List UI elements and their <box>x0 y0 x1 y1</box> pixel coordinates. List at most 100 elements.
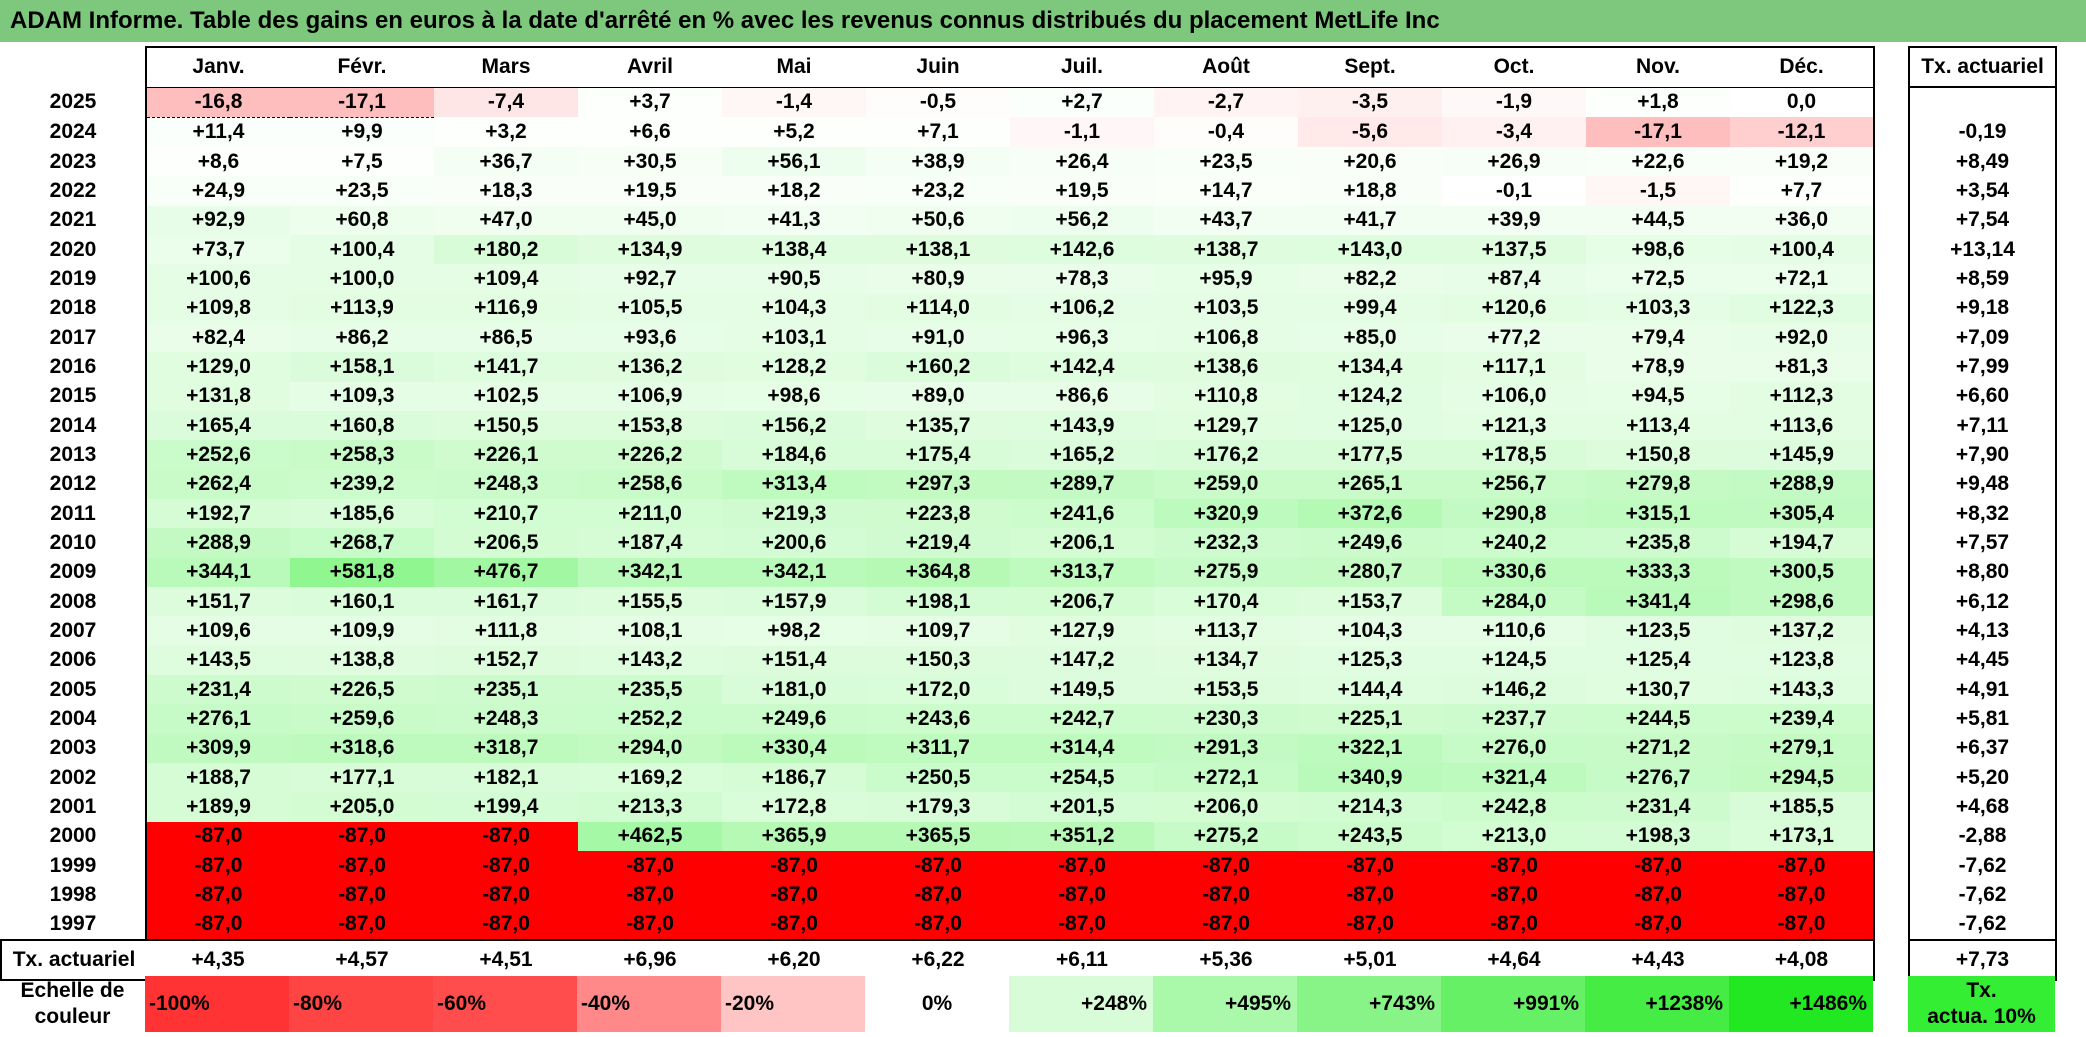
gain-cell: +123,5 <box>1586 616 1730 646</box>
row-gap <box>1874 294 1909 323</box>
gain-cell: +364,8 <box>866 557 1010 588</box>
year-row: 2000 -87,0 -87,0 -87,0 +462,5 +365,9 +365,5 +35… <box>1 821 2057 852</box>
gain-cell: +157,9 <box>722 587 866 617</box>
gain-cell: +206,7 <box>1010 587 1154 617</box>
year-row: 2016 +129,0 +158,1 +141,7 +136,2 +128,2 +160,2… <box>1 352 2057 382</box>
gain-cell: +205,0 <box>290 792 434 822</box>
year-row: 2011 +192,7 +185,6 +210,7 +211,0 +219,3 +223,8… <box>1 499 2057 529</box>
year-row: 2020 +73,7 +100,4 +180,2 +134,9 +138,4 +138,1 +… <box>1 235 2057 265</box>
gain-cell: +188,7 <box>145 763 290 793</box>
gain-cell: +22,6 <box>1586 147 1730 177</box>
gain-cell: +259,0 <box>1154 469 1298 500</box>
gain-cell: +314,4 <box>1010 733 1154 764</box>
year-label: 2013 <box>49 443 97 467</box>
year-label: 2022 <box>49 179 97 203</box>
gain-cell: +298,6 <box>1730 587 1875 617</box>
gain-cell: +123,8 <box>1730 645 1875 676</box>
year-row: 2023 +8,6 +7,5 +36,7 +30,5 +56,1 +38,9 +26,4 +23… <box>1 147 2057 177</box>
gain-cell: +14,7 <box>1154 176 1298 206</box>
footer-tx-cell: +6,20 <box>722 939 866 982</box>
gain-cell: +279,8 <box>1586 469 1730 500</box>
gain-cell: -87,0 <box>1010 880 1154 910</box>
gain-cell: +39,9 <box>1442 205 1586 236</box>
tx-actuariel-cell: +5,81 <box>1908 704 2057 734</box>
gain-cell: +80,9 <box>866 264 1010 294</box>
gain-cell: -1,1 <box>1010 117 1154 148</box>
gain-cell: +110,8 <box>1154 381 1298 412</box>
gain-cell: 0,0 <box>1730 87 1875 118</box>
gain-cell: +315,1 <box>1586 499 1730 529</box>
tx-actua-swatch: Tx. actua. 10% <box>1908 976 2055 1032</box>
color-scale-swatch: +248% <box>1009 976 1153 1032</box>
gain-cell: +180,2 <box>434 235 578 265</box>
footer-tx-cell: +4,43 <box>1586 939 1730 982</box>
tx-actuariel-cell: -2,88 <box>1908 821 2057 852</box>
gain-cell: +98,6 <box>1586 235 1730 265</box>
gain-cell: +129,0 <box>145 352 290 382</box>
gain-cell: +113,7 <box>1154 616 1298 646</box>
gain-cell: +201,5 <box>1010 792 1154 822</box>
tx-actuariel-cell: +7,11 <box>1908 411 2057 441</box>
gain-cell: +104,3 <box>1298 616 1442 646</box>
month-header: Sept. <box>1298 46 1442 88</box>
year-label: 2009 <box>49 560 97 584</box>
gain-cell: -87,0 <box>290 851 434 881</box>
gain-cell: -17,1 <box>1586 117 1730 148</box>
footer-label: Tx. actuariel <box>0 939 146 982</box>
gain-cell: +56,1 <box>722 147 866 177</box>
gain-cell: -87,0 <box>578 851 722 881</box>
year-row: 2014 +165,4 +160,8 +150,5 +153,8 +156,2 +135,7… <box>1 411 2057 441</box>
gain-cell: +258,6 <box>578 469 722 500</box>
gain-cell: +152,7 <box>434 645 578 676</box>
gain-cell: +23,5 <box>1154 147 1298 177</box>
footer-tx-cell: +4,51 <box>434 939 578 982</box>
gain-cell: +81,3 <box>1730 352 1875 382</box>
gain-cell: +72,5 <box>1586 264 1730 294</box>
gain-cell: +213,3 <box>578 792 722 822</box>
gain-cell: +82,4 <box>145 323 290 353</box>
gain-cell: +262,4 <box>145 469 290 500</box>
year-row: 2007 +109,6 +109,9 +111,8 +108,1 +98,2 +109,7 +… <box>1 616 2057 646</box>
gain-cell: +313,4 <box>722 469 866 500</box>
gain-cell: +113,6 <box>1730 411 1875 441</box>
year-row: 2004 +276,1 +259,6 +248,3 +252,2 +249,6 +243,6… <box>1 704 2057 734</box>
gain-cell: +100,4 <box>290 235 434 265</box>
row-gap <box>1874 558 1909 587</box>
year-label: 2012 <box>49 472 97 496</box>
gain-cell: +103,3 <box>1586 293 1730 324</box>
gain-cell: +8,6 <box>145 147 290 177</box>
gain-cell: +213,0 <box>1442 821 1586 852</box>
gain-cell: +150,5 <box>434 411 578 441</box>
gain-cell: +143,2 <box>578 645 722 676</box>
gain-cell: +581,8 <box>290 557 434 588</box>
year-label: 2001 <box>49 795 97 819</box>
gain-cell: +219,3 <box>722 499 866 529</box>
report-title: ADAM Informe. Table des gains en euros à… <box>0 0 2086 42</box>
gain-cell: +3,7 <box>578 87 722 118</box>
gain-cell: -7,4 <box>434 87 578 118</box>
tx-actuariel-cell: +8,32 <box>1908 499 2057 529</box>
gain-cell: +151,7 <box>145 587 290 617</box>
gain-cell: +242,8 <box>1442 792 1586 822</box>
year-row: 2021 +92,9 +60,8 +47,0 +45,0 +41,3 +50,6 +56,2 +… <box>1 205 2057 236</box>
year-row: 1998 -87,0 -87,0 -87,0 -87,0 -87,0 -87,0 -87,0-… <box>1 880 2057 910</box>
gain-cell: +125,4 <box>1586 645 1730 676</box>
year-label: 2024 <box>49 120 97 144</box>
tx-actuariel-cell: +6,37 <box>1908 733 2057 764</box>
gain-cell: +194,7 <box>1730 528 1875 558</box>
gain-cell: +134,7 <box>1154 645 1298 676</box>
color-scale-label-line1: Echelle de <box>20 979 125 1002</box>
gain-cell: +177,1 <box>290 763 434 793</box>
gain-cell: +125,3 <box>1298 645 1442 676</box>
gain-cell: +60,8 <box>290 205 434 236</box>
gain-cell: +24,9 <box>145 176 290 206</box>
gain-cell: +138,4 <box>722 235 866 265</box>
year-label: 2003 <box>49 736 97 760</box>
tx-actua-line1: Tx. <box>1966 979 1997 1002</box>
month-header: Août <box>1154 46 1298 88</box>
row-gap <box>1874 734 1909 763</box>
gain-cell: +243,5 <box>1298 821 1442 852</box>
gain-cell: +225,1 <box>1298 704 1442 734</box>
gain-cell: -87,0 <box>434 909 578 942</box>
row-gap <box>1874 147 1909 176</box>
